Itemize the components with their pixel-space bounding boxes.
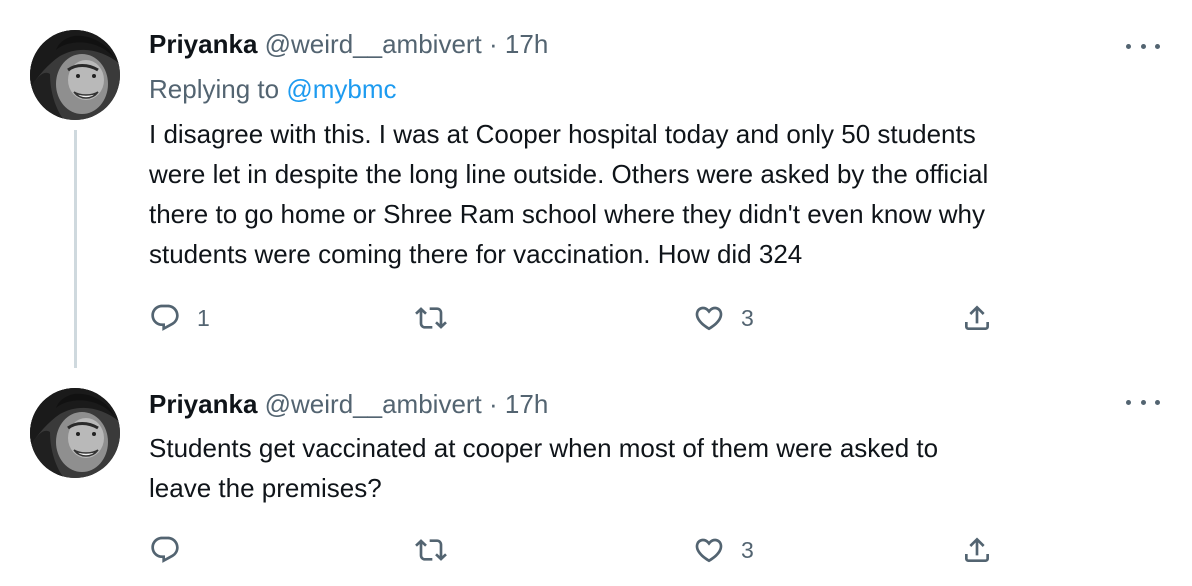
tweet-actions: 1 3 xyxy=(149,298,1009,338)
author-handle[interactable]: @weird__ambivert xyxy=(265,29,482,59)
like-count: 3 xyxy=(741,304,754,331)
reply-button[interactable]: 1 xyxy=(149,298,210,338)
reply-icon xyxy=(149,534,181,566)
share-button[interactable] xyxy=(961,298,993,338)
heart-icon xyxy=(693,534,725,566)
share-icon xyxy=(961,302,993,334)
author-handle[interactable]: @weird__ambivert xyxy=(265,389,482,419)
timestamp[interactable]: 17h xyxy=(505,389,548,419)
retweet-icon xyxy=(415,534,447,566)
separator-dot: · xyxy=(489,389,498,419)
tweet[interactable]: Priyanka @weird__ambivert · 17h Replying… xyxy=(0,0,1192,368)
timestamp[interactable]: 17h xyxy=(505,29,548,59)
tweet-text: Students get vaccinated at cooper when m… xyxy=(149,433,939,503)
avatar-image xyxy=(30,30,120,120)
reply-icon xyxy=(149,302,181,334)
like-button[interactable]: 3 xyxy=(693,298,754,338)
avatar[interactable] xyxy=(30,30,120,120)
heart-icon xyxy=(693,302,725,334)
author-name[interactable]: Priyanka xyxy=(149,389,257,419)
retweet-button[interactable] xyxy=(415,298,463,338)
retweet-button[interactable] xyxy=(415,530,463,570)
author-name[interactable]: Priyanka xyxy=(149,29,257,59)
avatar[interactable] xyxy=(30,388,120,478)
replying-to-mention[interactable]: @mybmc xyxy=(286,74,396,104)
replying-to-label: Replying to xyxy=(149,74,280,104)
like-button[interactable]: 3 xyxy=(693,530,754,570)
reply-button[interactable] xyxy=(149,530,197,570)
tweet-actions: 3 xyxy=(149,530,1009,570)
tweet-text: I disagree with this. I was at Cooper ho… xyxy=(149,119,989,269)
separator-dot: · xyxy=(489,29,498,59)
tweet[interactable]: Priyanka @weird__ambivert · 17h Students… xyxy=(0,368,1192,586)
reply-count: 1 xyxy=(197,304,210,331)
more-options-icon[interactable] xyxy=(1126,36,1160,56)
share-button[interactable] xyxy=(961,530,993,570)
replying-to: Replying to @mybmc xyxy=(149,73,396,105)
retweet-icon xyxy=(415,302,447,334)
like-count: 3 xyxy=(741,536,754,563)
share-icon xyxy=(961,534,993,566)
more-options-icon[interactable] xyxy=(1126,392,1160,412)
tweet-header: Priyanka @weird__ambivert · 17h xyxy=(149,28,548,60)
tweet-header: Priyanka @weird__ambivert · 17h xyxy=(149,388,548,420)
avatar-image xyxy=(30,388,120,478)
